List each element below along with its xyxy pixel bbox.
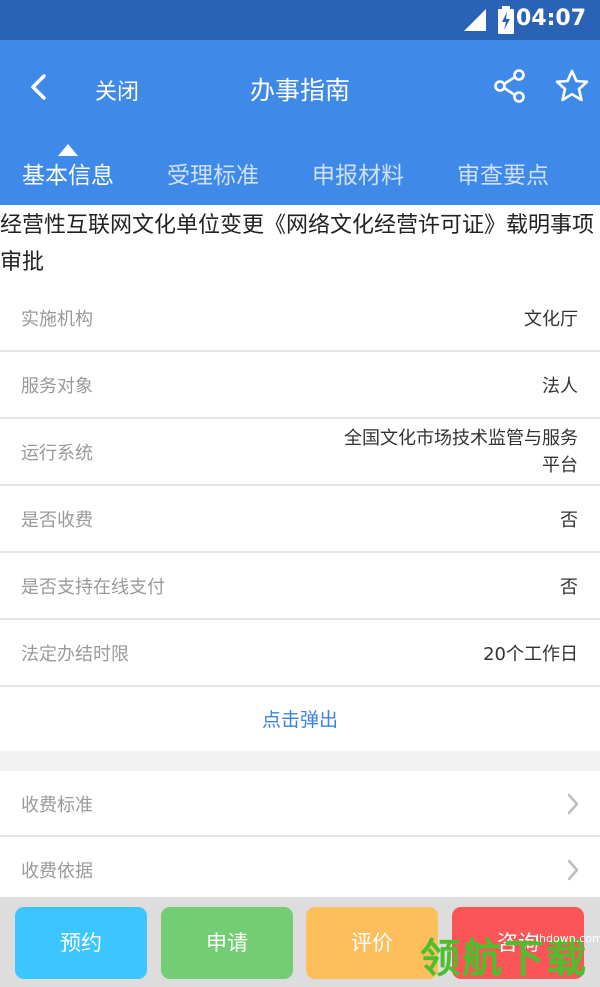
info-label: 是否支持在线支付 <box>21 577 165 598</box>
app-header: 关闭 办事指南 基本信息 受理标准 申报材料 审查要点 <box>0 40 600 205</box>
content-area: 经营性互联网文化单位变更《网络文化经营许可证》载明事项审批 实施机构 文化厅 服… <box>0 205 600 903</box>
info-label: 实施机构 <box>21 309 93 330</box>
chevron-right-icon <box>567 859 579 881</box>
watermark-url: lhdown.com <box>536 932 600 945</box>
info-value: 否 <box>560 577 578 598</box>
info-value: 法人 <box>542 376 578 397</box>
appointment-button[interactable]: 预约 <box>15 907 147 979</box>
info-label: 运行系统 <box>21 443 93 464</box>
star-icon[interactable] <box>554 68 590 104</box>
info-label: 法定办结时限 <box>21 644 129 665</box>
link-label: 收费标准 <box>21 795 93 816</box>
battery-charging-icon <box>498 6 514 34</box>
info-value: 20个工作日 <box>483 644 578 665</box>
info-row-agency: 实施机构 文化厅 <box>0 285 600 352</box>
item-title: 经营性互联网文化单位变更《网络文化经营许可证》载明事项审批 <box>0 213 595 275</box>
info-row-system: 运行系统 全国文化市场技术监管与服务平台 <box>0 419 600 486</box>
tab-acceptance-criteria[interactable]: 受理标准 <box>167 156 259 190</box>
tab-basic-info[interactable]: 基本信息 <box>22 156 114 190</box>
chevron-right-icon <box>567 793 579 815</box>
info-label: 服务对象 <box>21 376 93 397</box>
apply-button[interactable]: 申请 <box>161 907 293 979</box>
link-row-fee-basis[interactable]: 收费依据 <box>0 837 600 903</box>
watermark: 领航下载 lhdown.com <box>416 922 600 987</box>
link-row-fee-standard[interactable]: 收费标准 <box>0 771 600 837</box>
info-label: 是否收费 <box>21 510 93 531</box>
info-value: 否 <box>560 510 578 531</box>
signal-icon <box>464 9 486 31</box>
info-row-time-limit: 法定办结时限 20个工作日 <box>0 620 600 687</box>
active-tab-indicator <box>58 144 78 156</box>
info-value: 全国文化市场技术监管与服务平台 <box>344 428 578 476</box>
status-bar: 04:07 <box>0 0 600 40</box>
info-row-online-payment: 是否支持在线支付 否 <box>0 553 600 620</box>
tab-application-materials[interactable]: 申报材料 <box>312 156 404 190</box>
info-row-service-target: 服务对象 法人 <box>0 352 600 419</box>
info-value: 文化厅 <box>524 309 578 330</box>
tab-bar: 基本信息 受理标准 申报材料 审查要点 <box>0 148 600 204</box>
tab-review-points[interactable]: 审查要点 <box>457 156 549 190</box>
popup-link[interactable]: 点击弹出 <box>0 705 600 732</box>
info-row-charge: 是否收费 否 <box>0 486 600 553</box>
status-time: 04:07 <box>515 6 586 31</box>
section-divider <box>0 751 600 771</box>
link-label: 收费依据 <box>21 861 93 882</box>
share-icon[interactable] <box>492 68 528 104</box>
popup-row: 点击弹出 <box>0 687 600 751</box>
